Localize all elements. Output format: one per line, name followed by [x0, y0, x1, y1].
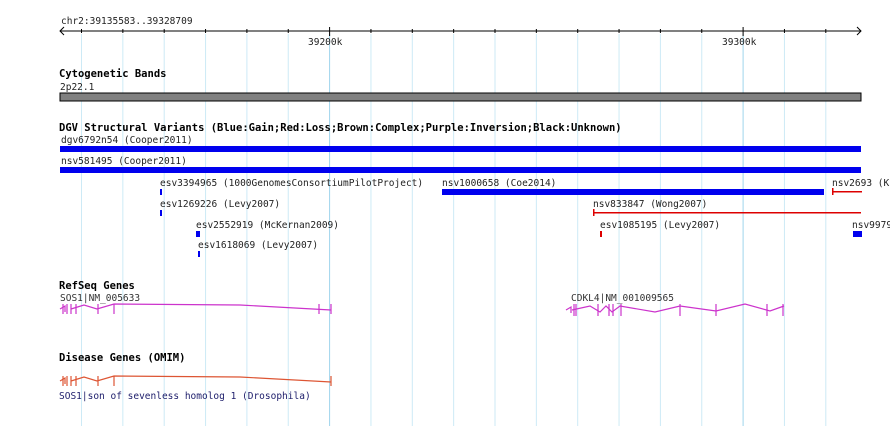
feature-label[interactable]: esv2552919 (McKernan2009)	[196, 220, 339, 231]
feature-label[interactable]: dgv6792n54 (Cooper2011)	[61, 135, 193, 146]
gene-model-cdkl4[interactable]	[565, 303, 785, 316]
feature-label[interactable]: nsv1000658 (Coe2014)	[442, 178, 556, 189]
feature-label[interactable]: esv3394965 (1000GenomesConsortiumPilotPr…	[160, 178, 423, 189]
track-title-omim: Disease Genes (OMIM)	[59, 352, 185, 364]
dgv-track: DGV Structural Variants (Blue:Gain;Red:L…	[59, 122, 890, 257]
feature-bar-nsv833847[interactable]	[593, 212, 861, 214]
feature-label[interactable]: nsv833847 (Wong2007)	[593, 199, 707, 210]
feature-bar-esv3394965[interactable]	[160, 189, 162, 195]
genome-browser-view: chr2:39135583..39328709 39200k 39300k Cy…	[59, 16, 890, 426]
feature-bar-esv1269226[interactable]	[160, 210, 162, 216]
feature-label[interactable]: nsv9979	[852, 220, 890, 231]
track-title-cytoband: Cytogenetic Bands	[59, 68, 166, 80]
feature-bar-nsv9979[interactable]	[853, 231, 862, 237]
feature-bar-esv1085195[interactable]	[600, 231, 602, 237]
tick-label-39200k: 39200k	[308, 37, 343, 48]
feature-bar-nsv833847-tick	[593, 209, 595, 216]
cytoband-track: Cytogenetic Bands 2p22.1	[59, 68, 862, 102]
feature-bar-esv1618069[interactable]	[198, 251, 200, 257]
feature-bar-dgv6792n54[interactable]	[60, 146, 861, 152]
feature-bar-nsv2693-tick	[832, 188, 834, 195]
gene-model-sos1[interactable]	[59, 303, 332, 314]
track-title-dgv: DGV Structural Variants (Blue:Gain;Red:L…	[59, 122, 622, 134]
refseq-track: RefSeq Genes SOS1|NM_005633 CDKL4|NM_001…	[59, 280, 785, 316]
feature-label[interactable]: nsv581495 (Cooper2011)	[61, 156, 187, 167]
gene-label-sos1[interactable]: SOS1|NM_005633	[60, 293, 140, 304]
track-title-refseq: RefSeq Genes	[59, 280, 135, 292]
omim-track: Disease Genes (OMIM) SOS1|son of sevenle…	[59, 352, 332, 402]
feature-label[interactable]: esv1618069 (Levy2007)	[198, 240, 318, 251]
location-label: chr2:39135583..39328709	[61, 16, 193, 27]
feature-bar-nsv2693[interactable]	[832, 191, 862, 193]
feature-bar-nsv581495[interactable]	[60, 167, 861, 173]
feature-label[interactable]: esv1085195 (Levy2007)	[600, 220, 720, 231]
omim-gene-label[interactable]: SOS1|son of sevenless homolog 1 (Drosoph…	[59, 391, 311, 402]
feature-label[interactable]: esv1269226 (Levy2007)	[160, 199, 280, 210]
gene-label-cdkl4[interactable]: CDKL4|NM_001009565	[571, 293, 674, 304]
cytoband-label: 2p22.1	[60, 82, 95, 93]
tick-label-39300k: 39300k	[722, 37, 757, 48]
feature-bar-esv2552919[interactable]	[196, 231, 200, 237]
feature-bar-nsv1000658[interactable]	[442, 189, 824, 195]
cytoband-bar[interactable]	[59, 92, 862, 102]
ruler[interactable]: chr2:39135583..39328709 39200k 39300k	[59, 16, 862, 48]
feature-label[interactable]: nsv2693 (K	[832, 178, 889, 189]
omim-gene-model-sos1[interactable]	[59, 375, 332, 386]
